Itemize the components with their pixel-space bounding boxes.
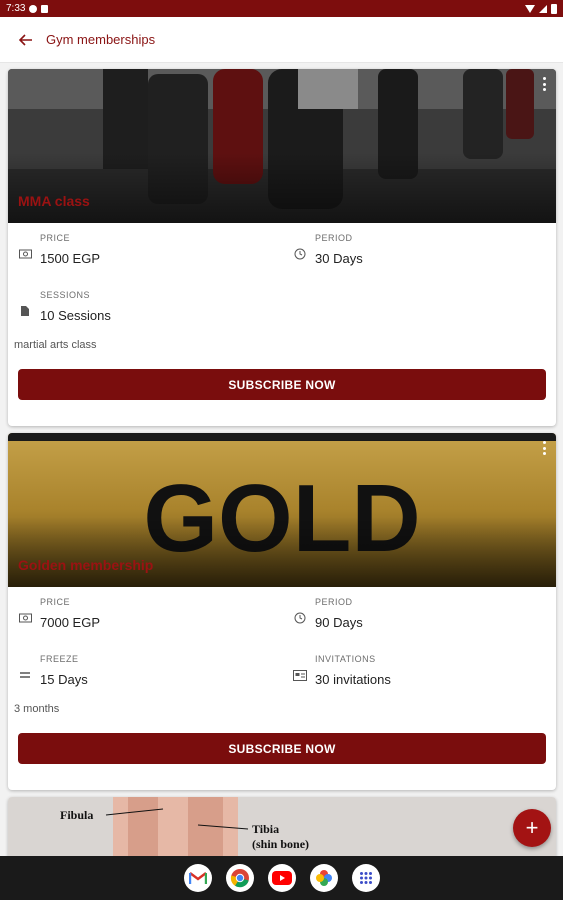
battery-icon bbox=[551, 3, 557, 14]
card-image: GOLD Golden membership bbox=[8, 433, 556, 587]
subscribe-button[interactable]: SUBSCRIBE NOW bbox=[18, 733, 546, 764]
wifi-icon bbox=[525, 4, 535, 13]
field-value: 90 Days bbox=[315, 615, 363, 630]
ticket-icon bbox=[293, 668, 307, 682]
gmail-icon[interactable] bbox=[183, 864, 212, 892]
app-drawer-icon[interactable] bbox=[351, 864, 380, 892]
notification-icon bbox=[29, 4, 38, 13]
card-description: 3 months bbox=[14, 703, 60, 715]
shin-bone-label: (shin bone) bbox=[252, 837, 309, 851]
field-value: 10 Sessions bbox=[40, 308, 111, 323]
clock: 7:33 bbox=[6, 3, 26, 14]
clock-icon bbox=[293, 247, 307, 261]
field-label: PERIOD bbox=[315, 233, 353, 243]
back-button[interactable] bbox=[6, 17, 46, 63]
membership-list[interactable]: MMA class PRICE 1500 EGP PERIOD 30 Days bbox=[0, 63, 563, 856]
photos-icon[interactable] bbox=[309, 864, 338, 892]
field-value: 15 Days bbox=[40, 672, 88, 687]
period-field: PERIOD 90 Days bbox=[293, 597, 543, 641]
sim-icon bbox=[41, 4, 49, 13]
fibula-label: Fibula bbox=[60, 808, 93, 822]
signal-icon bbox=[539, 4, 547, 13]
card-image: MMA class bbox=[8, 69, 556, 223]
field-label: PRICE bbox=[40, 233, 71, 243]
app-dock bbox=[0, 856, 563, 900]
membership-card: Fibula Tibia (shin bone) bbox=[8, 797, 556, 856]
field-label: FREEZE bbox=[40, 654, 79, 664]
card-details: PRICE 7000 EGP PERIOD 90 Days FREEZE 15 … bbox=[8, 587, 556, 703]
card-title: Golden membership bbox=[18, 557, 154, 573]
field-label: PRICE bbox=[40, 597, 71, 607]
period-field: PERIOD 30 Days bbox=[293, 233, 543, 277]
subscribe-button[interactable]: SUBSCRIBE NOW bbox=[18, 369, 546, 400]
invitations-field: INVITATIONS 30 invitations bbox=[293, 654, 543, 698]
money-icon bbox=[18, 611, 32, 625]
field-value: 1500 EGP bbox=[40, 251, 100, 266]
document-icon bbox=[18, 304, 32, 318]
field-label: INVITATIONS bbox=[315, 654, 376, 664]
freeze-icon bbox=[18, 668, 32, 682]
sessions-field: SESSIONS 10 Sessions bbox=[18, 290, 268, 334]
more-options-button[interactable] bbox=[540, 441, 548, 455]
field-value: 30 Days bbox=[315, 251, 363, 266]
membership-card: MMA class PRICE 1500 EGP PERIOD 30 Days bbox=[8, 69, 556, 426]
card-title: MMA class bbox=[18, 193, 90, 209]
arrow-back-icon bbox=[19, 33, 32, 46]
price-field: PRICE 1500 EGP bbox=[18, 233, 268, 277]
card-image: Fibula Tibia (shin bone) bbox=[8, 797, 556, 856]
anatomy-photo: Fibula Tibia (shin bone) bbox=[8, 797, 556, 856]
field-label: SESSIONS bbox=[40, 290, 91, 300]
price-field: PRICE 7000 EGP bbox=[18, 597, 268, 641]
chrome-icon[interactable] bbox=[225, 864, 254, 892]
status-bar: 7:33 bbox=[0, 0, 563, 17]
clock-icon bbox=[293, 611, 307, 625]
youtube-icon[interactable] bbox=[267, 864, 296, 892]
field-value: 30 invitations bbox=[315, 672, 391, 687]
card-details: PRICE 1500 EGP PERIOD 30 Days SESSIONS 1… bbox=[8, 223, 556, 339]
add-button[interactable]: + bbox=[513, 809, 551, 847]
more-options-button[interactable] bbox=[540, 77, 548, 91]
membership-card: GOLD Golden membership PRICE 7000 EGP PE… bbox=[8, 433, 556, 790]
card-description: martial arts class bbox=[14, 339, 97, 351]
tibia-label: Tibia bbox=[252, 822, 279, 836]
field-value: 7000 EGP bbox=[40, 615, 100, 630]
money-icon bbox=[18, 247, 32, 261]
field-label: PERIOD bbox=[315, 597, 353, 607]
page-title: Gym memberships bbox=[46, 32, 156, 47]
freeze-field: FREEZE 15 Days bbox=[18, 654, 268, 698]
app-bar: Gym memberships bbox=[0, 17, 563, 63]
